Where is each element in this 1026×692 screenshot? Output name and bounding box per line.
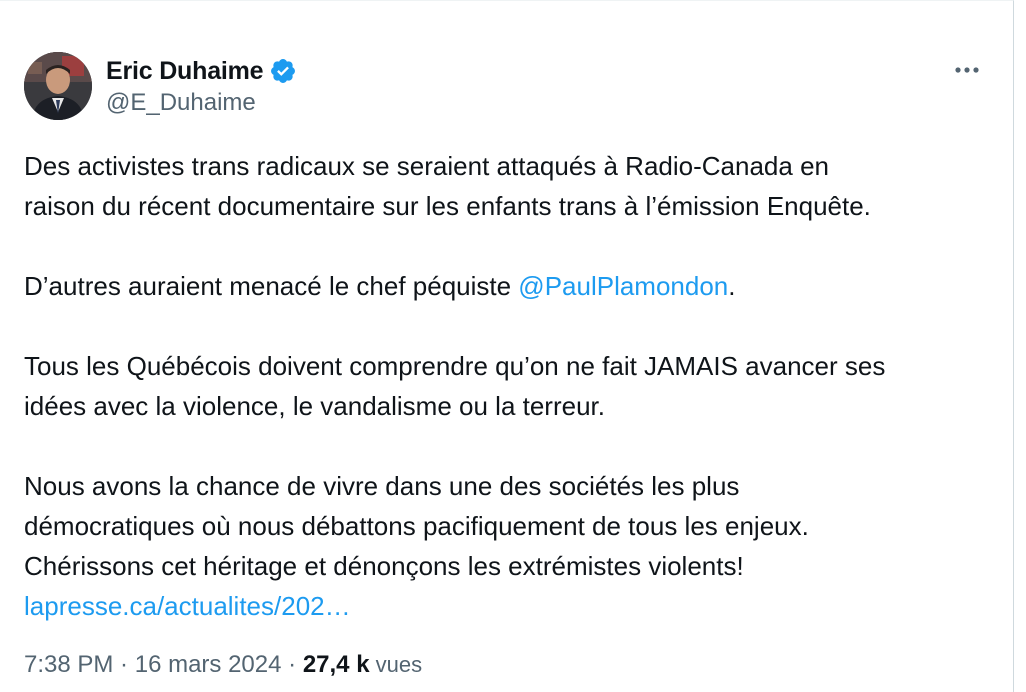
tweet-card: Eric Duhaime @E_Duhaime Des activistes t… (0, 0, 1014, 692)
name-row: Eric Duhaime (106, 54, 297, 88)
mention-link[interactable]: @PaulPlamondon (518, 271, 728, 301)
meta-separator: · (113, 651, 135, 678)
meta-separator: · (281, 651, 303, 678)
avatar[interactable] (24, 52, 92, 120)
tweet-line: idées avec la violence, le vandalisme ou… (24, 391, 605, 421)
tweet-paragraph-3: Tous les Québécois doivent comprendre qu… (24, 346, 984, 426)
tweet-line: Chérissons cet héritage et dénonçons les… (24, 551, 744, 581)
author-handle[interactable]: @E_Duhaime (106, 88, 297, 118)
tweet-header: Eric Duhaime @E_Duhaime (24, 52, 989, 122)
tweet-line: Tous les Québécois doivent comprendre qu… (24, 351, 886, 381)
author-names: Eric Duhaime @E_Duhaime (106, 54, 297, 118)
tweet-time[interactable]: 7:38 PM (24, 651, 113, 678)
display-name[interactable]: Eric Duhaime (106, 57, 264, 86)
tweet-line: démocratiques où nous débattons pacifiqu… (24, 511, 809, 541)
tweet-date[interactable]: 16 mars 2024 (135, 651, 282, 678)
tweet-text-segment: . (728, 271, 736, 301)
tweet-line: Des activistes trans radicaux se seraien… (24, 151, 829, 181)
tweet-line: Nous avons la chance de vivre dans une d… (24, 471, 740, 501)
views-count[interactable]: 27,4 k (303, 651, 370, 678)
tweet-text: Des activistes trans radicaux se seraien… (24, 146, 984, 626)
article-link[interactable]: lapresse.ca/actualites/202… (24, 591, 351, 621)
tweet-line: raison du récent documentaire sur les en… (24, 191, 871, 221)
views-label: vues (369, 652, 423, 677)
tweet-meta: 7:38 PM · 16 mars 2024 · 27,4 k vues (24, 651, 422, 679)
tweet-paragraph-4: Nous avons la chance de vivre dans une d… (24, 466, 984, 626)
verified-badge-icon (269, 57, 297, 85)
tweet-text-segment: D’autres auraient menacé le chef péquist… (24, 271, 519, 301)
more-horizontal-icon[interactable] (949, 58, 985, 82)
tweet-paragraph-2: D’autres auraient menacé le chef péquist… (24, 266, 984, 306)
tweet-paragraph-1: Des activistes trans radicaux se seraien… (24, 146, 984, 226)
